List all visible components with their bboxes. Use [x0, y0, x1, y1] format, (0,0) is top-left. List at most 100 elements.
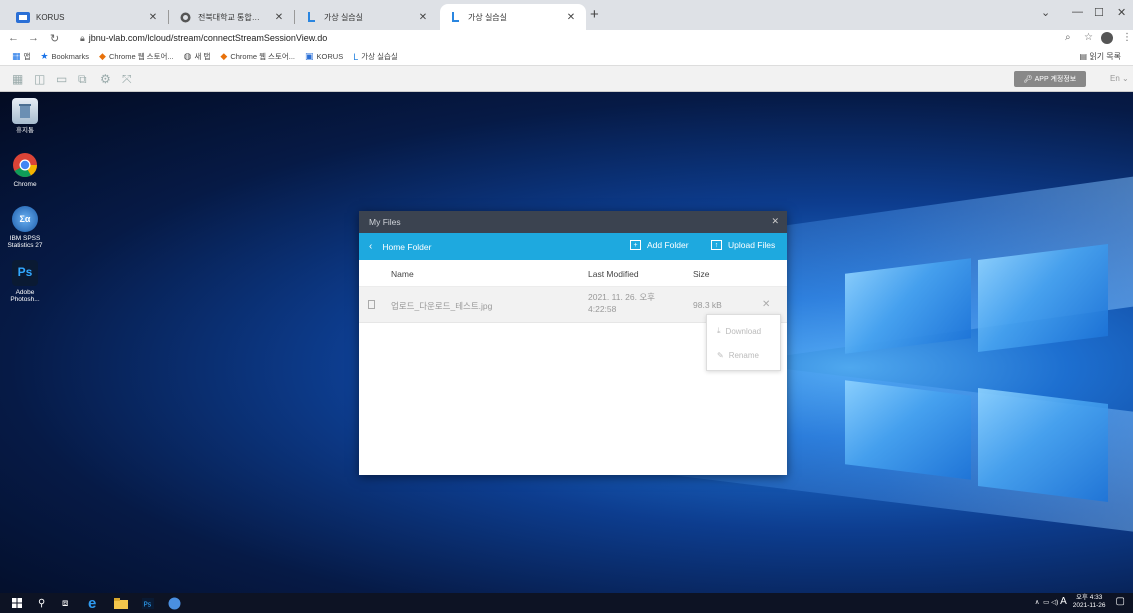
bookmark-star-icon[interactable]: ☆	[1084, 32, 1093, 43]
file-checkbox[interactable]	[368, 300, 375, 309]
file-menu-close-icon[interactable]: ✕	[762, 299, 770, 310]
forward-arrow-icon[interactable]: →	[28, 32, 39, 44]
tab-title: 전북대학교 통합정보시스템(OASIS)	[198, 12, 266, 22]
file-explorer-icon[interactable]	[114, 595, 128, 611]
add-folder-icon: +	[630, 240, 641, 250]
download-label: Download	[725, 326, 762, 336]
spss-icon: Σα	[12, 206, 38, 232]
desktop-icon-label: 휴지통	[16, 127, 34, 134]
reading-list[interactable]: ▤ 읽기 목록	[1080, 51, 1121, 62]
download-menu-item[interactable]: ⤓ Download	[707, 319, 780, 343]
clipboard-icon[interactable]: ⧉	[78, 72, 87, 87]
bookmark-chrome-store-2[interactable]: ◆ Chrome 웹 스토어...	[220, 51, 295, 62]
app-account-info-button[interactable]: 🔑︎ APP 계정정보	[1014, 71, 1086, 87]
network-icon[interactable]: ▭	[1043, 598, 1049, 606]
desktop-icon-recycle-bin[interactable]: 휴지통	[4, 98, 46, 134]
bookmark-apps[interactable]: ▦ 앱	[12, 51, 30, 62]
language-select[interactable]: En ⌄	[1110, 74, 1129, 83]
tab-title: 가상 실습실	[324, 12, 364, 22]
close-icon[interactable]: ✕	[146, 12, 160, 23]
windows-logo-pane	[978, 388, 1108, 502]
zoom-icon[interactable]: ⌕	[1065, 32, 1071, 43]
bookmark-label: KORUS	[316, 52, 344, 61]
clock-time: 오후 4:33	[1075, 594, 1103, 601]
minimize-button[interactable]: —	[1072, 6, 1083, 18]
close-icon[interactable]: ✕	[416, 12, 430, 23]
fullscreen-icon[interactable]: ⤧	[122, 72, 132, 87]
back-arrow-icon[interactable]: ←	[8, 32, 19, 44]
search-icon[interactable]: ⚲	[38, 595, 45, 611]
windows-logo-pane	[845, 258, 971, 354]
add-folder-button[interactable]: + Add Folder	[630, 240, 689, 250]
maximize-button[interactable]: ☐	[1094, 6, 1104, 19]
desktop-icon-spss[interactable]: Σα IBM SPSS Statistics 27	[4, 206, 46, 250]
photoshop-taskbar-icon[interactable]: Ps	[142, 595, 154, 611]
new-tab-button[interactable]: +	[590, 6, 599, 23]
task-view-icon[interactable]: ⧈	[62, 595, 68, 611]
desktop-icon-label: Chrome	[13, 181, 37, 188]
vlab-icon	[448, 11, 462, 23]
tab-vlab-1[interactable]: 가상 실습실 ✕	[296, 4, 438, 30]
file-name: 업로드_다운로드_테스트.jpg	[391, 301, 493, 311]
close-icon[interactable]: ✕	[771, 216, 779, 227]
tab-vlab-active[interactable]: 가상 실습실 ✕	[440, 4, 586, 30]
windows-logo-pane	[978, 244, 1108, 352]
clock[interactable]: 오후 4:33 2021-11-26	[1073, 594, 1106, 610]
desktop-icon-label: IBM SPSS Statistics 27	[7, 235, 43, 250]
bookmark-vlab[interactable]: L 가상 실습실	[353, 51, 398, 62]
profile-avatar-icon[interactable]	[1101, 32, 1113, 47]
tab-title: KORUS	[36, 12, 65, 22]
column-header-name[interactable]: Name	[391, 269, 414, 279]
start-button-icon[interactable]	[12, 595, 22, 611]
chrome-icon	[12, 152, 38, 178]
bookmark-new-tab[interactable]: ◍ 새 탭	[184, 51, 211, 62]
kebab-menu-icon[interactable]: ⋮	[1122, 32, 1132, 43]
bookmark-korus[interactable]: ▣ KORUS	[305, 51, 343, 62]
file-list-header: Name Last Modified Size	[359, 260, 787, 287]
notification-icon[interactable]: ▢	[1116, 596, 1125, 607]
edge-icon[interactable]: e	[88, 595, 96, 612]
chrome-store-icon: ◆	[99, 51, 106, 61]
spss-taskbar-icon[interactable]	[168, 595, 181, 611]
bookmark-label: 가상 실습실	[361, 52, 398, 61]
close-icon[interactable]: ✕	[272, 12, 286, 23]
column-header-size[interactable]: Size	[693, 269, 710, 279]
tab-search-icon[interactable]: ⌄	[1041, 6, 1050, 19]
windows-taskbar: ⚲ ⧈ e Ps ∧ ▭ ◁) A 오후 4:33 2021-11-26 ▢	[0, 593, 1133, 613]
folder-icon[interactable]: ▭	[56, 72, 67, 86]
column-header-modified[interactable]: Last Modified	[588, 269, 639, 279]
window-close-button[interactable]: ✕	[1117, 6, 1126, 19]
windows-logo-pane	[845, 380, 971, 480]
close-icon[interactable]: ✕	[564, 12, 578, 23]
add-folder-label: Add Folder	[647, 240, 689, 250]
upload-files-label: Upload Files	[728, 240, 776, 250]
korus-icon	[16, 11, 30, 23]
upload-icon: ↑	[711, 240, 722, 250]
reload-icon[interactable]: ↻	[50, 32, 59, 45]
bookmark-chrome-store-1[interactable]: ◆ Chrome 웹 스토어...	[99, 51, 174, 62]
bookmark-label: Chrome 웹 스토어...	[230, 52, 296, 61]
desktop-icon-label: Adobe Photosh...	[10, 289, 40, 304]
settings-gear-icon[interactable]: ⚙	[100, 72, 111, 86]
back-chevron-icon[interactable]: ‹	[369, 241, 372, 252]
desktop-icon-chrome[interactable]: Chrome	[4, 152, 46, 188]
bookmark-bookmarks[interactable]: ★ Bookmarks	[40, 51, 89, 62]
rename-label: Rename	[728, 350, 759, 360]
file-modified-date: 2021. 11. 26. 오후	[588, 292, 655, 302]
star-icon: ★	[40, 51, 49, 61]
upload-files-button[interactable]: ↑ Upload Files	[711, 240, 775, 250]
window-icon[interactable]: ◫	[34, 72, 45, 86]
tab-oasis[interactable]: 전북대학교 통합정보시스템(OASIS) ✕	[170, 4, 294, 30]
desktop-icon-photoshop[interactable]: Ps Adobe Photosh...	[4, 260, 46, 304]
rename-menu-item[interactable]: ✎ Rename	[707, 343, 780, 367]
clock-date: 2021-11-26	[1072, 601, 1106, 609]
apps-grid-icon[interactable]: ▦	[12, 72, 23, 86]
app-info-label: APP 계정정보	[1034, 76, 1077, 83]
volume-icon[interactable]: ◁)	[1051, 598, 1058, 606]
tray-chevron-icon[interactable]: ∧	[1035, 598, 1040, 606]
bookmark-label: 앱	[23, 52, 31, 61]
tab-korus[interactable]: KORUS ✕	[8, 4, 168, 30]
address-bar[interactable]: 🔒︎ jbnu-vlab.com/lcloud/stream/connectStr…	[80, 33, 327, 44]
korus-icon: ▣	[305, 51, 314, 61]
ime-indicator[interactable]: A	[1060, 596, 1067, 607]
